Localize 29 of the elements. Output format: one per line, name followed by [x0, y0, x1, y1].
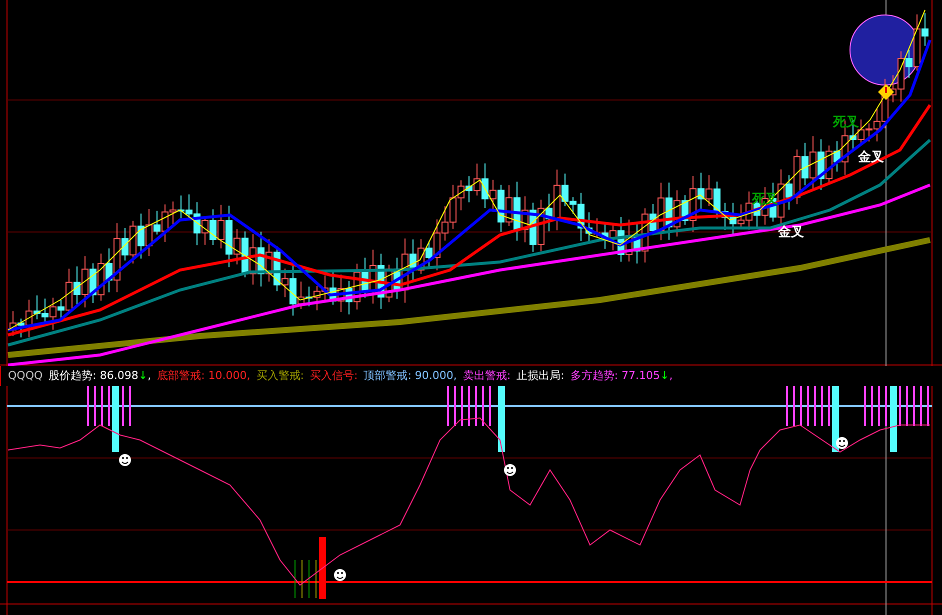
legend-entry: 股价趋势: 86.098 — [48, 368, 138, 384]
trend-arrow: ↓ — [660, 368, 670, 384]
signal-bar-group — [294, 560, 316, 598]
signal-bar — [498, 386, 505, 452]
legend-entry: 止损出局: — [516, 368, 564, 384]
legend-entry: 买入信号: — [310, 368, 358, 384]
warning-diamond-icon — [878, 84, 894, 100]
signal-bar — [319, 537, 326, 599]
legend-entry: 多方趋势: 77.105 — [570, 368, 660, 384]
legend-separator: , — [148, 368, 152, 384]
legend-entry: 卖出警戒: — [462, 368, 511, 384]
signal-bar-group — [447, 386, 491, 426]
trend-arrow: ↓ — [138, 368, 148, 384]
chart-annotation: 金叉 — [778, 225, 804, 240]
legend-separator: , — [669, 368, 673, 384]
smiley-icon — [504, 464, 516, 476]
legend-entry: 买入警戒: — [256, 368, 304, 384]
signal-bar — [890, 386, 897, 452]
legend-entry: 顶部警戒: 90.000, — [364, 368, 457, 384]
signal-bar-group — [786, 386, 830, 426]
signal-bar — [832, 386, 839, 452]
signal-bar-group — [864, 386, 929, 426]
legend-entry: QQQQ — [8, 368, 43, 384]
signal-bar — [112, 386, 119, 452]
smiley-icon — [334, 569, 346, 581]
smiley-icon — [836, 437, 848, 449]
legend-entry: 底部警戒: 10.000, — [157, 368, 250, 384]
smiley-icon — [119, 454, 131, 466]
chart-annotation: 死叉 — [833, 115, 859, 130]
